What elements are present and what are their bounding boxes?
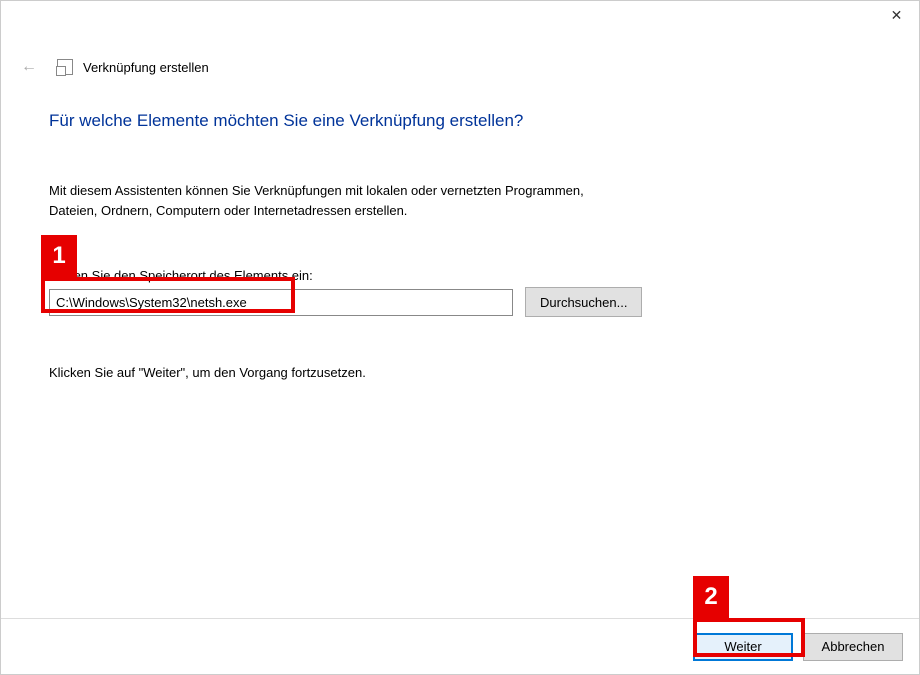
continue-hint: Klicken Sie auf "Weiter", um den Vorgang… [49, 365, 871, 380]
close-icon: ✕ [891, 7, 903, 24]
footer-bar: Weiter Abbrechen [1, 618, 919, 674]
description-text: Mit diesem Assistenten können Sie Verknü… [49, 181, 871, 220]
description-line1: Mit diesem Assistenten können Sie Verknü… [49, 183, 584, 198]
location-input[interactable] [49, 289, 513, 316]
annotation-badge-2: 2 [693, 576, 729, 618]
next-button[interactable]: Weiter [693, 633, 793, 661]
browse-button[interactable]: Durchsuchen... [525, 287, 642, 317]
description-line2: Dateien, Ordnern, Computern oder Interne… [49, 203, 407, 218]
shortcut-icon [57, 59, 73, 75]
content-area: Für welche Elemente möchten Sie eine Ver… [49, 111, 871, 380]
wizard-title: Verknüpfung erstellen [83, 60, 209, 75]
cancel-button[interactable]: Abbrechen [803, 633, 903, 661]
location-label: Geben Sie den Speicherort des Elements e… [49, 268, 871, 283]
input-row: Durchsuchen... [49, 287, 871, 317]
page-heading: Für welche Elemente möchten Sie eine Ver… [49, 111, 871, 131]
back-arrow-icon: ← [17, 55, 41, 79]
wizard-header: ← Verknüpfung erstellen [17, 55, 209, 79]
close-button[interactable]: ✕ [874, 1, 919, 30]
